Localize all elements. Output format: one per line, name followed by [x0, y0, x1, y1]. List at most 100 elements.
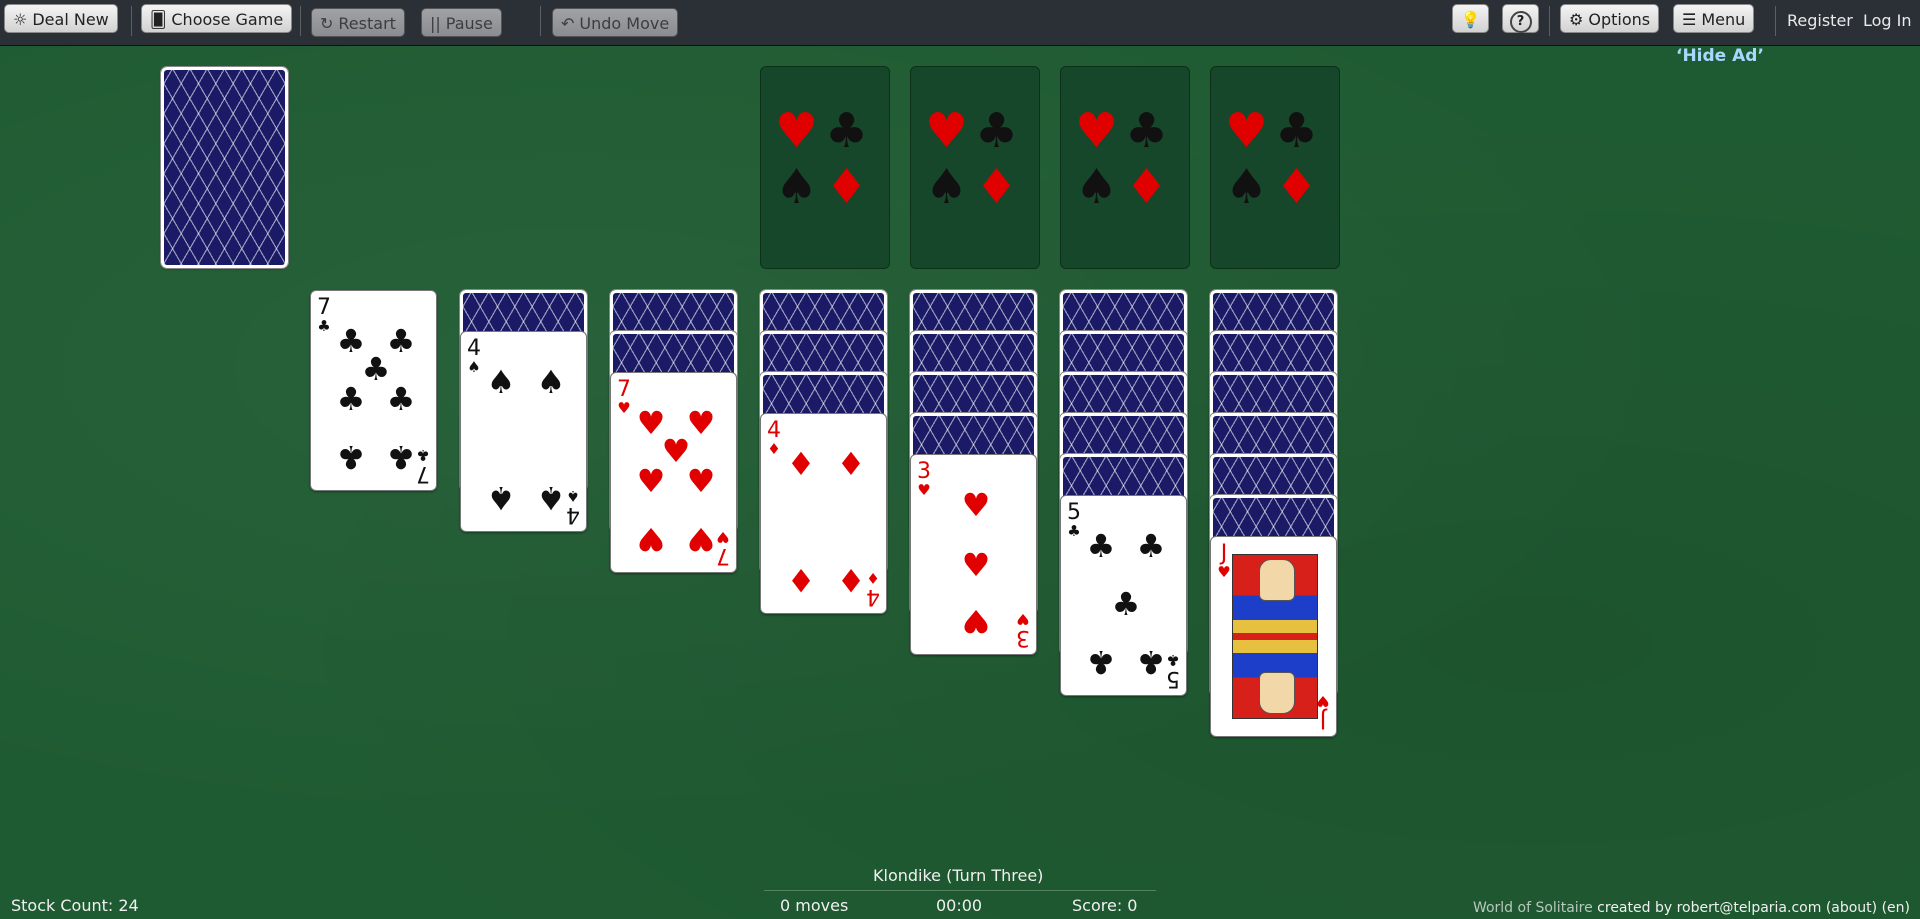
- login-link[interactable]: Log In: [1863, 11, 1912, 30]
- suit-pip: ♦: [836, 445, 866, 483]
- game-timer: 00:00: [936, 896, 983, 915]
- foundation-suit-symbol: ♠: [925, 159, 969, 215]
- card-index: 5 ♣: [1064, 502, 1084, 539]
- foundation-suit-symbol: ♦: [975, 159, 1019, 215]
- restart-button[interactable]: ↻ Restart: [311, 8, 405, 37]
- options-button[interactable]: ⚙ Options: [1560, 4, 1660, 33]
- suit-pip: ♥: [686, 462, 716, 500]
- foundation-suit-symbol: ♠: [775, 159, 819, 215]
- card-index: 3 ♥: [914, 461, 934, 498]
- hint-button[interactable]: 💡: [1452, 4, 1489, 33]
- foundation-suit-symbol: ♣: [1275, 103, 1319, 159]
- score: Score: 0: [1072, 896, 1138, 915]
- card-index: 4 ♦: [764, 420, 784, 457]
- menu-button[interactable]: ☰ Menu: [1673, 4, 1755, 33]
- help-icon: ?: [1509, 11, 1532, 33]
- card-3-of-♥[interactable]: 3 ♥ 3 ♥ ♥ ♥ ♥: [910, 454, 1037, 655]
- card-suit: ♠: [467, 358, 481, 376]
- site-link[interactable]: World of Solitaire: [1473, 900, 1593, 916]
- restart-icon: ↻: [320, 14, 334, 33]
- suit-pip: ♥: [961, 486, 991, 524]
- toolbar-divider: [1549, 6, 1550, 36]
- stock-pile[interactable]: [160, 66, 289, 269]
- suit-pip: ♣: [336, 438, 366, 476]
- court-head: [1259, 559, 1295, 601]
- card-4-of-♦[interactable]: 4 ♦ 4 ♦ ♦ ♦ ♦ ♦: [760, 413, 887, 614]
- foundation-suit-symbol: ♥: [925, 103, 969, 159]
- suit-pip: ♣: [1136, 643, 1166, 681]
- card-suit: ♥: [917, 481, 931, 499]
- suit-pip: ♠: [536, 363, 566, 401]
- suit-pip: ♣: [336, 380, 366, 418]
- card-suit: ♣: [1067, 522, 1081, 540]
- court-head: [1259, 672, 1295, 714]
- card-rank: 3: [917, 459, 931, 484]
- toolbar: ☼ Deal New 🂠 Choose Game ↻ Restart || Pause …: [0, 0, 1920, 46]
- choose-game-button[interactable]: 🂠 Choose Game: [141, 4, 293, 33]
- list-icon: ☰: [1682, 10, 1697, 29]
- toolbar-divider: [540, 6, 541, 36]
- suit-pip: ♣: [1086, 527, 1116, 565]
- credit-line: World of Solitaire created by robert@tel…: [1473, 900, 1910, 916]
- foundation-suit-symbol: ♠: [1225, 159, 1269, 215]
- register-link[interactable]: Register: [1787, 11, 1853, 30]
- card-4-of-♠[interactable]: 4 ♠ 4 ♠ ♠ ♠ ♠ ♠: [460, 331, 587, 532]
- suit-pip: ♦: [786, 561, 816, 599]
- card-suit: ♥: [617, 399, 631, 417]
- suit-pip: ♠: [486, 479, 516, 517]
- card-index: J ♥: [1214, 543, 1234, 580]
- foundation-suit-symbol: ♥: [1225, 103, 1269, 159]
- foundation-suit-symbol: ♦: [825, 159, 869, 215]
- suit-pip: ♣: [386, 380, 416, 418]
- suit-pip: ♣: [386, 438, 416, 476]
- card-suit: ♥: [1016, 610, 1030, 628]
- card-index: 3 ♥: [1013, 610, 1033, 650]
- card-suit: ♣: [317, 317, 331, 335]
- foundation-slot-3[interactable]: ♥ ♣ ♠ ♦: [1060, 66, 1190, 269]
- court-card-art: [1232, 554, 1318, 719]
- gear-icon: ⚙: [1569, 10, 1584, 29]
- undo-icon: ↶: [561, 14, 575, 33]
- foundation-slot-4[interactable]: ♥ ♣ ♠ ♦: [1210, 66, 1340, 269]
- footer-divider: [764, 890, 1156, 891]
- suit-pip: ♥: [686, 520, 716, 558]
- card-J-of-♥[interactable]: J ♥ J ♥: [1210, 536, 1337, 737]
- suit-pip: ♣: [1086, 643, 1116, 681]
- foundation-suit-symbol: ♣: [825, 103, 869, 159]
- foundation-slot-2[interactable]: ♥ ♣ ♠ ♦: [910, 66, 1040, 269]
- hide-ad-link[interactable]: ‘Hide Ad’: [1676, 46, 1764, 66]
- pause-button[interactable]: || Pause: [421, 8, 502, 37]
- suit-pip: ♥: [961, 546, 991, 584]
- card-index: 7 ♣: [314, 297, 334, 334]
- suit-pip: ♦: [836, 561, 866, 599]
- suit-pip: ♥: [636, 462, 666, 500]
- card-rank: J: [1220, 541, 1228, 566]
- card-rank: 7: [617, 377, 631, 402]
- lightbulb-icon: 💡: [1460, 10, 1481, 29]
- toolbar-divider: [300, 6, 301, 36]
- card-rank: 7: [317, 295, 331, 320]
- help-button[interactable]: ?: [1502, 4, 1539, 33]
- move-count: 0 moves: [780, 896, 849, 915]
- menu-label: Menu: [1701, 10, 1746, 29]
- card-rank: 4: [767, 418, 781, 443]
- card-7-of-♥[interactable]: 7 ♥ 7 ♥ ♥ ♥ ♥ ♥ ♥ ♥ ♥: [610, 372, 737, 573]
- card-suit: ♦: [767, 440, 781, 458]
- undo-move-button[interactable]: ↶ Undo Move: [552, 8, 679, 37]
- restart-label: Restart: [338, 14, 396, 33]
- toolbar-divider: [131, 6, 132, 36]
- card-suit: ♥: [1217, 563, 1231, 581]
- card-index: 4 ♠: [464, 338, 484, 375]
- choose-game-label: Choose Game: [171, 10, 284, 29]
- stock-count: Stock Count: 24: [11, 896, 139, 915]
- card-5-of-♣[interactable]: 5 ♣ 5 ♣ ♣ ♣ ♣ ♣ ♣: [1060, 495, 1187, 696]
- foundation-suit-symbol: ♥: [775, 103, 819, 159]
- foundation-slot-1[interactable]: ♥ ♣ ♠ ♦: [760, 66, 890, 269]
- card-rank: 4: [467, 336, 481, 361]
- card-7-of-♣[interactable]: 7 ♣ 7 ♣ ♣ ♣ ♣ ♣ ♣ ♣ ♣: [310, 290, 437, 491]
- sun-icon: ☼: [13, 10, 28, 29]
- deal-new-button[interactable]: ☼ Deal New: [4, 4, 118, 33]
- suit-pip: ♠: [536, 479, 566, 517]
- foundation-suit-symbol: ♥: [1075, 103, 1119, 159]
- creator-text: created by robert@telparia.com (about) (…: [1597, 900, 1910, 916]
